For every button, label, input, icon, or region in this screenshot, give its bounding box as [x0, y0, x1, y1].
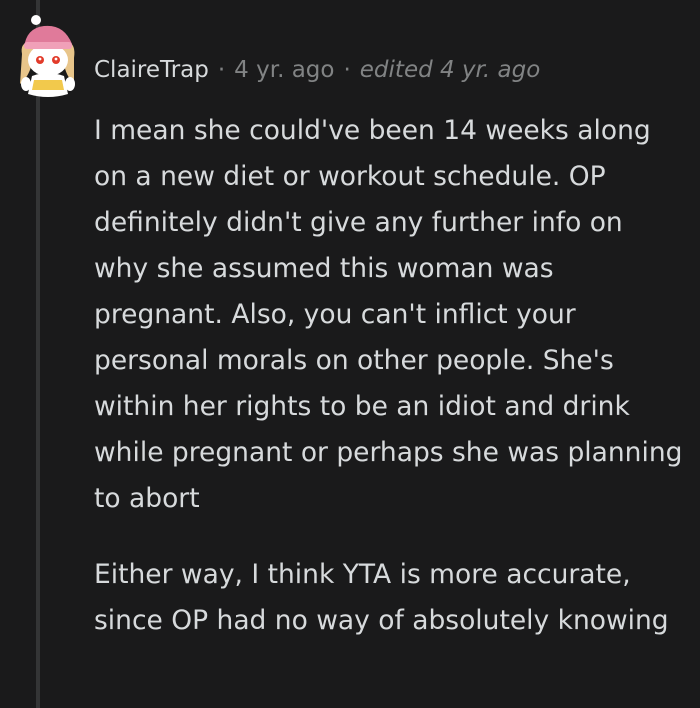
user-avatar[interactable]	[14, 14, 84, 100]
comment-paragraph: Either way, I think YTA is more accurate…	[94, 559, 669, 636]
comment-paragraph: I mean she could've been 14 weeks along …	[94, 115, 683, 514]
comment-edited-label: edited 4 yr. ago	[359, 57, 541, 83]
comment-author[interactable]: ClaireTrap	[94, 52, 209, 88]
comment-body: I mean she could've been 14 weeks along …	[94, 108, 684, 644]
comment-meta: ClaireTrap · 4 yr. ago · edited 4 yr. ag…	[94, 52, 540, 88]
meta-separator: ·	[217, 57, 226, 83]
snoo-avatar-icon	[20, 15, 75, 97]
comment-timestamp[interactable]: 4 yr. ago	[234, 52, 334, 88]
meta-separator: ·	[343, 57, 351, 83]
thread-line[interactable]	[36, 0, 40, 708]
